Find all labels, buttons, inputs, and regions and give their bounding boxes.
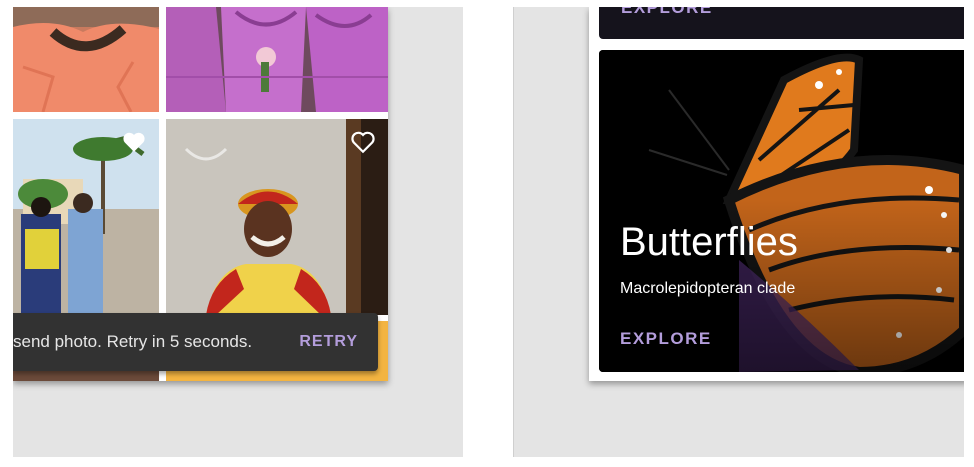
heart-icon[interactable] [121,129,147,155]
snackbar: send photo. Retry in 5 seconds. RETRY [13,313,378,371]
grid-image-coral-dress[interactable] [13,7,159,112]
card-subtitle: Macrolepidopteran clade [620,280,796,297]
card-title: Butterflies [620,220,798,264]
heart-outline-icon[interactable] [350,129,376,155]
image-grid: send photo. Retry in 5 seconds. RETRY [13,7,388,381]
butterfly-image [599,50,964,372]
grid-image-bridesmaids[interactable] [166,7,388,112]
card-previous[interactable]: EXPLORE [599,7,964,39]
gallery-demo-panel: send photo. Retry in 5 seconds. RETRY [13,7,463,457]
card-previous-explore-button[interactable]: EXPLORE [621,7,713,18]
card-butterflies[interactable]: Butterflies Macrolepidopteran clade EXPL… [599,50,964,372]
explore-button[interactable]: EXPLORE [620,329,712,349]
retry-button[interactable]: RETRY [299,333,358,351]
snackbar-message: send photo. Retry in 5 seconds. [13,332,253,351]
cards-demo-panel: EXPLORE Butterflies Macrolepidopteran cl… [513,7,964,457]
